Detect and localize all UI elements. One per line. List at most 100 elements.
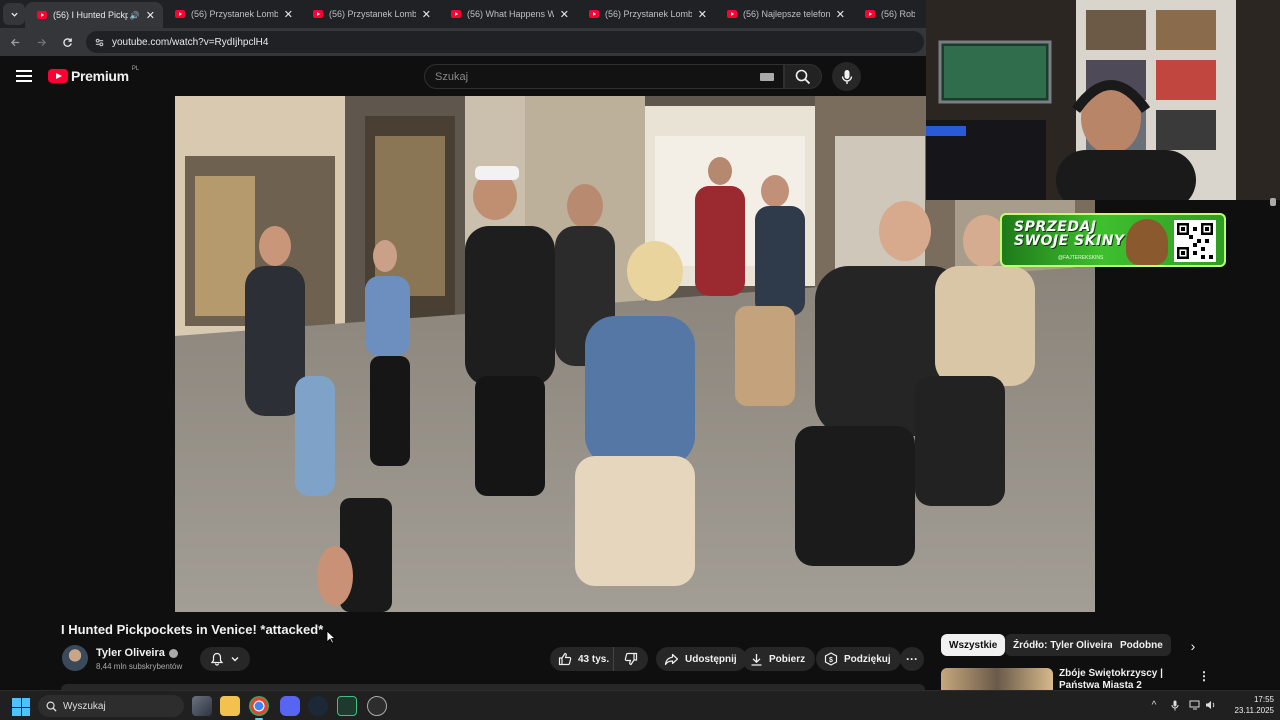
chevron-right-icon[interactable]: › xyxy=(1183,638,1203,654)
dislike-button[interactable] xyxy=(614,647,648,671)
promo-banner: SPRZEDAJ SWOJE SKINY @FAJTEREKSKINS xyxy=(1000,213,1226,267)
close-tab-icon[interactable]: ✕ xyxy=(560,8,569,21)
windows-start-icon[interactable] xyxy=(12,698,30,716)
clock[interactable]: 17:55 23.11.2025 xyxy=(1224,694,1274,716)
search-icon xyxy=(795,69,811,84)
like-button[interactable]: 43 tys. xyxy=(550,647,614,671)
search-button[interactable] xyxy=(784,64,822,89)
promo-headline: SPRZEDAJ SWOJE SKINY xyxy=(1014,219,1125,249)
terminal-icon[interactable] xyxy=(337,696,357,716)
browser-tab[interactable]: (56) Przystanek Lombard ✕ xyxy=(577,0,715,28)
steam-icon[interactable] xyxy=(308,696,328,716)
chip-all[interactable]: Wszystkie xyxy=(941,634,1006,656)
qr-code-icon xyxy=(1174,220,1216,262)
youtube-favicon-icon xyxy=(865,10,875,18)
channel-avatar[interactable] xyxy=(62,645,88,671)
obs-icon[interactable] xyxy=(367,696,387,716)
address-bar[interactable]: youtube.com/watch?v=RydIjhpclH4 xyxy=(86,31,924,53)
speaker-icon[interactable]: 🔊 xyxy=(130,11,140,20)
more-horizontal-icon: ··· xyxy=(906,652,918,666)
close-tab-icon[interactable]: ✕ xyxy=(836,8,845,21)
reload-button[interactable] xyxy=(56,31,78,53)
thumbs-up-icon xyxy=(558,652,572,666)
tab-title: (56) What Happens When xyxy=(467,9,554,19)
notification-bell-button[interactable] xyxy=(200,647,250,671)
search-icon xyxy=(46,701,57,712)
task-view-icon[interactable] xyxy=(192,696,212,716)
webcam-overlay xyxy=(926,0,1280,200)
download-icon xyxy=(751,653,762,666)
forward-button[interactable] xyxy=(30,31,52,53)
tab-title: (56) Przystanek Lombard xyxy=(605,9,692,19)
share-button[interactable]: Udostępnij xyxy=(656,647,747,671)
taskbar-search-placeholder: Wyszukaj xyxy=(63,700,106,712)
chevron-down-icon xyxy=(231,657,239,662)
more-actions-button[interactable]: ··· xyxy=(900,647,924,671)
recommendation-title[interactable]: Zbóje Świętokrzyscy | Państwa Miasta 2 xyxy=(1059,668,1189,690)
youtube-favicon-icon xyxy=(175,10,185,18)
hamburger-menu-icon[interactable] xyxy=(14,68,34,84)
tab-title: (56) Przystanek Lombard xyxy=(329,9,416,19)
tab-strip: (56) I Hunted Pickpoc 🔊 ✕ (56) Przystane… xyxy=(0,0,926,28)
arrow-right-icon xyxy=(37,38,46,46)
download-button[interactable]: Pobierz xyxy=(742,647,816,671)
browser-tab[interactable]: (56) Robalini xyxy=(853,0,923,28)
search-input[interactable]: Szukaj xyxy=(424,64,784,89)
more-vertical-icon[interactable]: ⋮ xyxy=(1198,669,1210,683)
thanks-label: Podziękuj xyxy=(844,653,891,665)
browser-tab[interactable]: (56) I Hunted Pickpoc 🔊 ✕ xyxy=(25,2,163,28)
youtube-premium-logo[interactable]: Premium PL xyxy=(48,66,139,84)
like-count: 43 tys. xyxy=(578,653,610,665)
close-tab-icon[interactable]: ✕ xyxy=(284,8,293,21)
file-explorer-icon[interactable] xyxy=(220,696,240,716)
promo-handle: @FAJTEREKSKINS xyxy=(1058,255,1104,261)
bell-icon xyxy=(210,652,224,666)
mouse-cursor-icon xyxy=(326,630,336,644)
site-settings-icon[interactable] xyxy=(92,35,106,49)
super-thanks-icon: $ xyxy=(824,652,838,666)
browser-tab[interactable]: (56) What Happens When ✕ xyxy=(439,0,577,28)
browser-tab[interactable]: (56) Przystanek Lombard ✕ xyxy=(163,0,301,28)
like-dislike-group: 43 tys. xyxy=(550,647,648,671)
chevron-up-icon[interactable]: ^ xyxy=(1148,699,1160,711)
verified-badge-icon xyxy=(168,648,178,658)
tab-title: (56) Przystanek Lombard xyxy=(191,9,278,19)
close-tab-icon[interactable]: ✕ xyxy=(146,9,155,22)
network-icon[interactable] xyxy=(1189,699,1201,711)
clock-date: 23.11.2025 xyxy=(1234,706,1274,715)
thanks-button[interactable]: $ Podziękuj xyxy=(816,647,901,671)
taskbar: Wyszukaj ^ 17:55 23.11.2025 xyxy=(0,690,1280,720)
arrow-left-icon xyxy=(10,38,19,46)
youtube-favicon-icon xyxy=(451,10,461,18)
browser-tab[interactable]: (56) Najlepsze telefony re ✕ xyxy=(715,0,853,28)
recommendation-thumbnail[interactable] xyxy=(941,668,1053,690)
youtube-play-icon xyxy=(48,69,68,83)
subscriber-count: 8,44 mln subskrybentów xyxy=(96,662,183,671)
chevron-down-icon xyxy=(10,12,18,17)
discord-icon[interactable] xyxy=(280,696,300,716)
chrome-icon[interactable] xyxy=(249,696,269,720)
url-text: youtube.com/watch?v=RydIjhpclH4 xyxy=(112,36,269,48)
webcam-frame xyxy=(926,0,1280,200)
voice-search-button[interactable] xyxy=(832,62,861,91)
share-icon xyxy=(664,653,679,665)
close-tab-icon[interactable]: ✕ xyxy=(698,8,707,21)
back-button[interactable] xyxy=(4,31,26,53)
video-title: I Hunted Pickpockets in Venice! *attacke… xyxy=(61,622,324,637)
page-scrollbar-thumb[interactable] xyxy=(1270,198,1276,206)
chip-related[interactable]: Podobne xyxy=(1112,634,1171,656)
channel-name-link[interactable]: Tyler Oliveira xyxy=(96,647,178,659)
tab-title: (56) Najlepsze telefony re xyxy=(743,9,830,19)
volume-icon[interactable] xyxy=(1205,699,1217,711)
reload-icon xyxy=(62,37,72,47)
tab-search-button[interactable] xyxy=(3,3,25,25)
chip-from-channel[interactable]: Źródło: Tyler Oliveira xyxy=(1005,634,1121,656)
browser-tab[interactable]: (56) Przystanek Lombard ✕ xyxy=(301,0,439,28)
keyboard-icon[interactable] xyxy=(760,73,774,81)
close-tab-icon[interactable]: ✕ xyxy=(422,8,431,21)
dog-mascot-icon xyxy=(1126,219,1168,265)
microphone-icon[interactable] xyxy=(1169,699,1181,711)
youtube-favicon-icon xyxy=(313,10,323,18)
taskbar-search-input[interactable]: Wyszukaj xyxy=(38,695,184,717)
thumbs-down-icon xyxy=(624,652,638,666)
